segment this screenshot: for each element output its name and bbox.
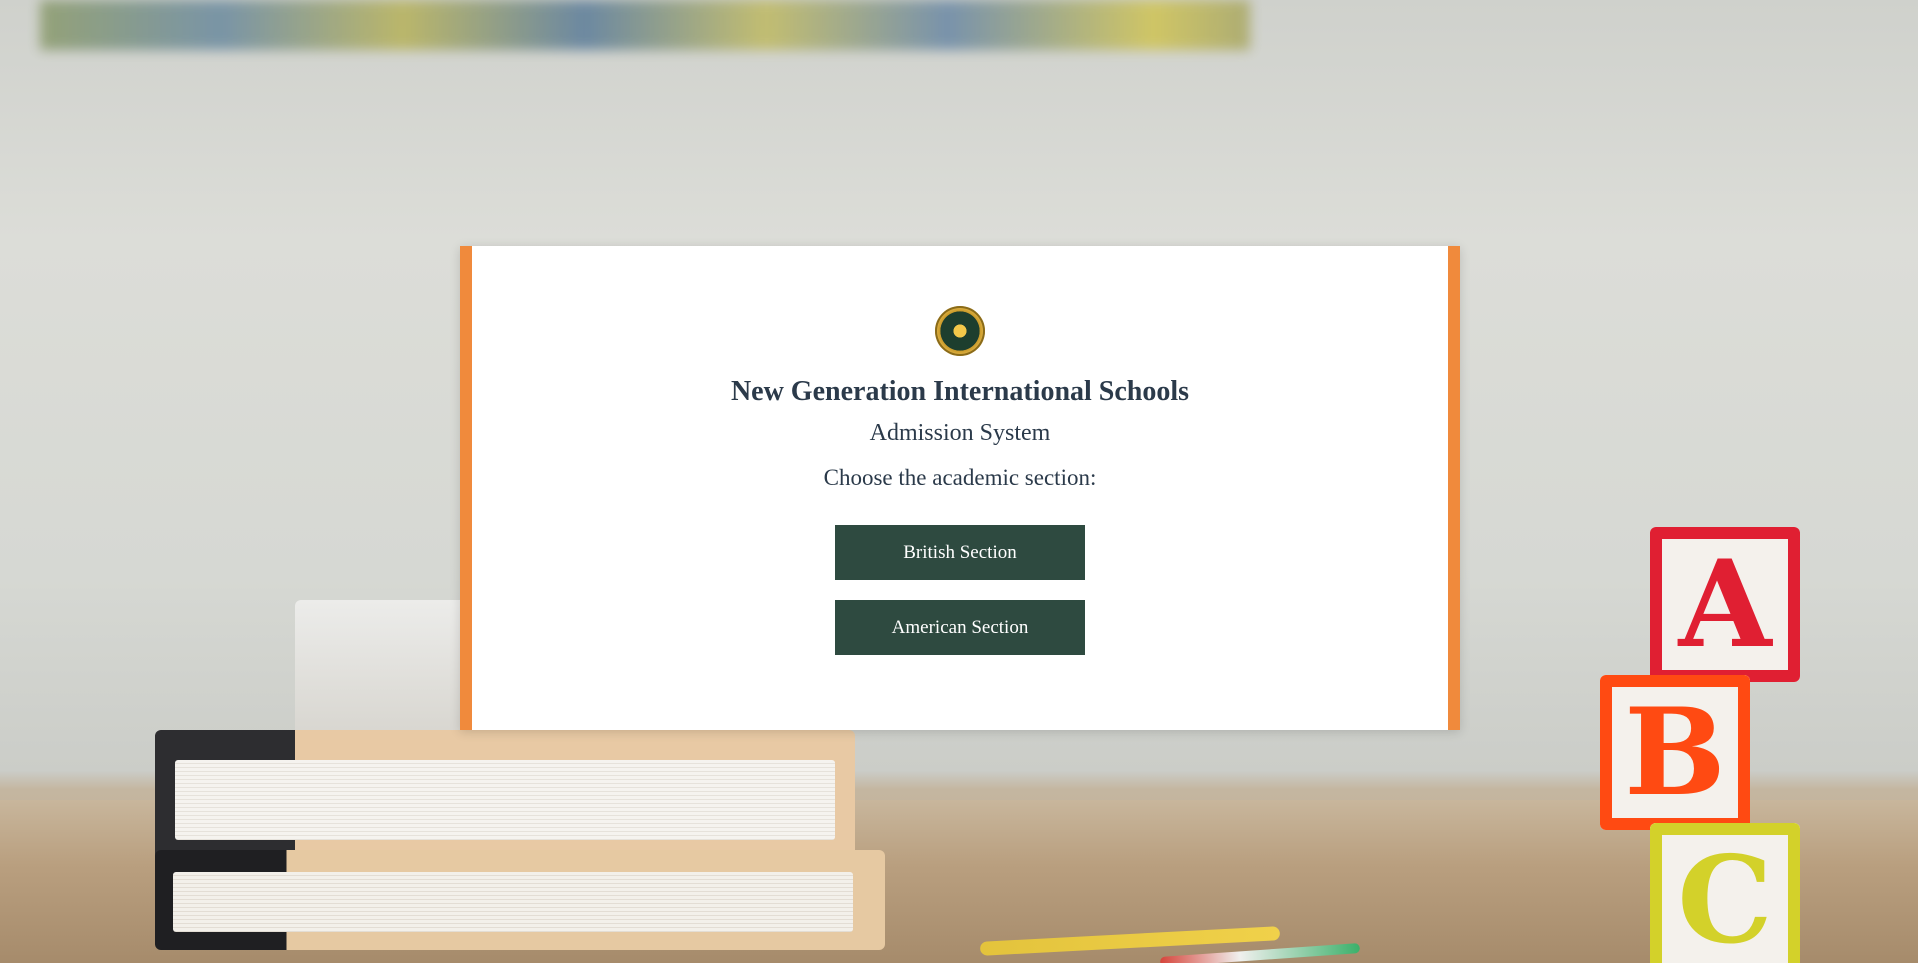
block-b: B [1600, 675, 1750, 830]
book-pages [173, 872, 853, 932]
book [155, 730, 855, 860]
school-crest-icon [935, 306, 985, 356]
british-section-button[interactable]: British Section [835, 525, 1085, 580]
book-pages [175, 760, 835, 840]
book [155, 850, 885, 950]
school-title: New Generation International Schools [730, 376, 1190, 407]
system-subtitle: Admission System [869, 420, 1051, 446]
block-c: C [1650, 823, 1800, 963]
block-a: A [1650, 527, 1800, 682]
section-prompt: Choose the academic section: [823, 465, 1097, 490]
alphabet-blocks: A B C [1580, 525, 1810, 963]
background-painting [40, 0, 1250, 50]
american-section-button[interactable]: American Section [835, 600, 1085, 655]
admission-card: New Generation International Schools Adm… [460, 246, 1460, 730]
